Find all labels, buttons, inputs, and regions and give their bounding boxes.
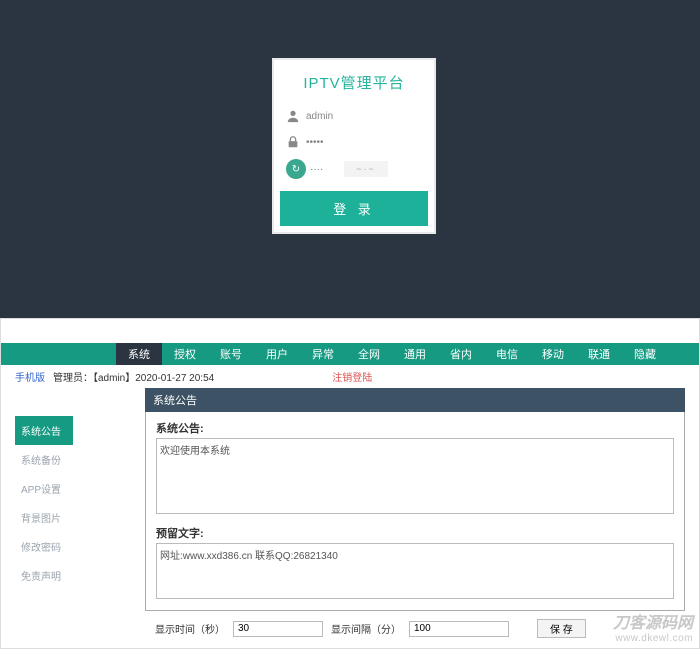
display-interval-label: 显示间隔（分） (331, 621, 401, 636)
display-time-input[interactable] (233, 621, 323, 637)
sidebar-backup[interactable]: 系统备份 (15, 445, 73, 474)
sidebar-announcement[interactable]: 系统公告 (15, 416, 73, 445)
sidebar-app-settings[interactable]: APP设置 (15, 474, 73, 503)
login-title: IPTV管理平台 (280, 66, 428, 103)
main-nav: 系统 授权 账号 用户 异常 全网 通用 省内 电信 移动 联通 隐藏 (1, 343, 699, 365)
login-dialog: IPTV管理平台 ↻ ~·~ 登 录 (272, 58, 436, 234)
nav-exception[interactable]: 异常 (300, 343, 346, 365)
user-icon (286, 109, 300, 123)
captcha-row: ↻ ~·~ (280, 155, 428, 183)
nav-auth[interactable]: 授权 (162, 343, 208, 365)
nav-account[interactable]: 账号 (208, 343, 254, 365)
captcha-input[interactable] (310, 164, 340, 175)
main-content: 系统公告 系统公告: 预留文字: 显示时间（秒） 显示间隔（分） 保 存 (145, 388, 685, 644)
password-row (280, 129, 428, 155)
reserved-label: 预留文字: (156, 525, 674, 541)
display-interval-input[interactable] (409, 621, 509, 637)
info-bar: 手机版 管理员：【admin】2020-01-27 20:54 注销登陆 (1, 365, 699, 388)
login-button[interactable]: 登 录 (280, 191, 428, 226)
announcement-label: 系统公告: (156, 420, 674, 436)
username-input[interactable] (306, 111, 422, 122)
nav-general[interactable]: 通用 (392, 343, 438, 365)
admin-topbar (1, 319, 699, 343)
logout-link[interactable]: 注销登陆 (332, 369, 372, 384)
username-row (280, 103, 428, 129)
lock-icon (286, 135, 300, 149)
nav-allnet[interactable]: 全网 (346, 343, 392, 365)
password-input[interactable] (306, 137, 422, 148)
nav-hidden[interactable]: 隐藏 (622, 343, 668, 365)
sidebar-background[interactable]: 背景图片 (15, 503, 73, 532)
admin-panel: 系统 授权 账号 用户 异常 全网 通用 省内 电信 移动 联通 隐藏 手机版 … (0, 318, 700, 649)
reserved-textarea[interactable] (156, 543, 674, 599)
panel-header: 系统公告 (145, 388, 685, 412)
bottom-controls: 显示时间（秒） 显示间隔（分） 保 存 (145, 613, 685, 644)
nav-unicom[interactable]: 联通 (576, 343, 622, 365)
nav-user[interactable]: 用户 (254, 343, 300, 365)
captcha-image[interactable]: ~·~ (344, 161, 388, 177)
sidebar-disclaimer[interactable]: 免责声明 (15, 561, 73, 590)
login-background: IPTV管理平台 ↻ ~·~ 登 录 (0, 0, 700, 318)
nav-province[interactable]: 省内 (438, 343, 484, 365)
panel-body: 系统公告: 预留文字: (145, 412, 685, 611)
display-time-label: 显示时间（秒） (155, 621, 225, 636)
announcement-textarea[interactable] (156, 438, 674, 514)
phone-version-link[interactable]: 手机版 (15, 369, 45, 384)
nav-mobile[interactable]: 移动 (530, 343, 576, 365)
sidebar-password[interactable]: 修改密码 (15, 532, 73, 561)
nav-telecom[interactable]: 电信 (484, 343, 530, 365)
admin-body: 系统公告 系统备份 APP设置 背景图片 修改密码 免责声明 系统公告 系统公告… (1, 388, 699, 644)
sidebar: 系统公告 系统备份 APP设置 背景图片 修改密码 免责声明 (15, 388, 73, 644)
admin-info: 管理员：【admin】2020-01-27 20:54 (53, 369, 214, 384)
save-button[interactable]: 保 存 (537, 619, 586, 638)
nav-system[interactable]: 系统 (116, 343, 162, 365)
captcha-icon: ↻ (286, 159, 306, 179)
